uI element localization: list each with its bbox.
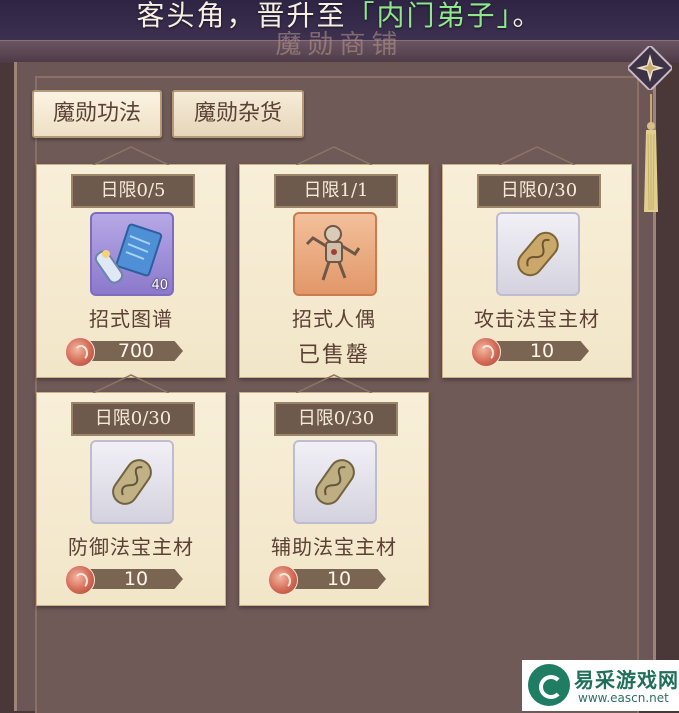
item-name: 攻击法宝主材 [474, 307, 600, 331]
daily-limit-label: 日限0/5 [71, 174, 195, 208]
card-hanger [295, 146, 373, 165]
tab-mohun-gongfa[interactable]: 魔勋功法 [32, 90, 162, 138]
item-name: 辅助法宝主材 [271, 535, 397, 559]
price-tag: 10 [268, 565, 396, 595]
material-stone-icon [496, 212, 580, 296]
tassel-icon [642, 94, 660, 214]
shop-item-card[interactable]: 日限1/1 招式人偶 已售罄 [239, 146, 429, 378]
card-hanger [498, 146, 576, 165]
shop-title: 魔勋商铺 [275, 30, 404, 60]
daily-limit-label: 日限0/30 [71, 402, 195, 436]
price-value: 700 [117, 340, 155, 362]
daily-limit-label: 日限1/1 [274, 174, 398, 208]
daily-limit-label: 日限0/30 [274, 402, 398, 436]
material-stone-icon [293, 440, 377, 524]
material-stone-icon [90, 440, 174, 524]
star-ornament-icon[interactable] [625, 43, 675, 93]
tab-mohun-zahuo[interactable]: 魔勋杂货 [172, 90, 304, 138]
sold-out-label: 已售罄 [297, 343, 370, 368]
price-value: 10 [529, 340, 555, 362]
card-hanger [295, 374, 373, 393]
price-value: 10 [326, 568, 352, 590]
daily-limit-label: 日限0/30 [477, 174, 601, 208]
watermark-name: 易采游戏网 [574, 668, 679, 692]
shop-item-card[interactable]: 日限0/30 辅助法宝主材 10 [239, 374, 429, 606]
site-logo-icon [528, 664, 570, 706]
item-name: 防御法宝主材 [68, 535, 194, 559]
site-watermark: 易采游戏网 www.eascn.net [522, 660, 679, 711]
item-quantity: 40 [151, 278, 168, 293]
item-name: 招式图谱 [89, 307, 173, 331]
price-value: 10 [123, 568, 149, 590]
price-tag: 10 [471, 337, 599, 367]
watermark-url: www.eascn.net [578, 691, 669, 705]
card-hanger [92, 146, 170, 165]
shop-item-card[interactable]: 日限0/30 攻击法宝主材 10 [442, 146, 632, 378]
puppet-icon [293, 212, 377, 296]
item-name: 招式人偶 [292, 307, 376, 331]
mohun-coin-icon [471, 337, 501, 367]
card-hanger [92, 374, 170, 393]
top-banner: 客头角，晋升至「内门弟子」。 魔勋商铺 [0, 0, 679, 63]
mohun-coin-icon [65, 565, 95, 595]
price-tag: 700 [65, 337, 193, 367]
shop-item-card[interactable]: 日限0/30 防御法宝主材 10 [36, 374, 226, 606]
price-tag: 10 [65, 565, 193, 595]
shop-item-card[interactable]: 日限0/5 40 招式图谱 700 [36, 146, 226, 378]
mohun-coin-icon [65, 337, 95, 367]
mohun-coin-icon [268, 565, 298, 595]
scroll-icon: 40 [90, 212, 174, 296]
